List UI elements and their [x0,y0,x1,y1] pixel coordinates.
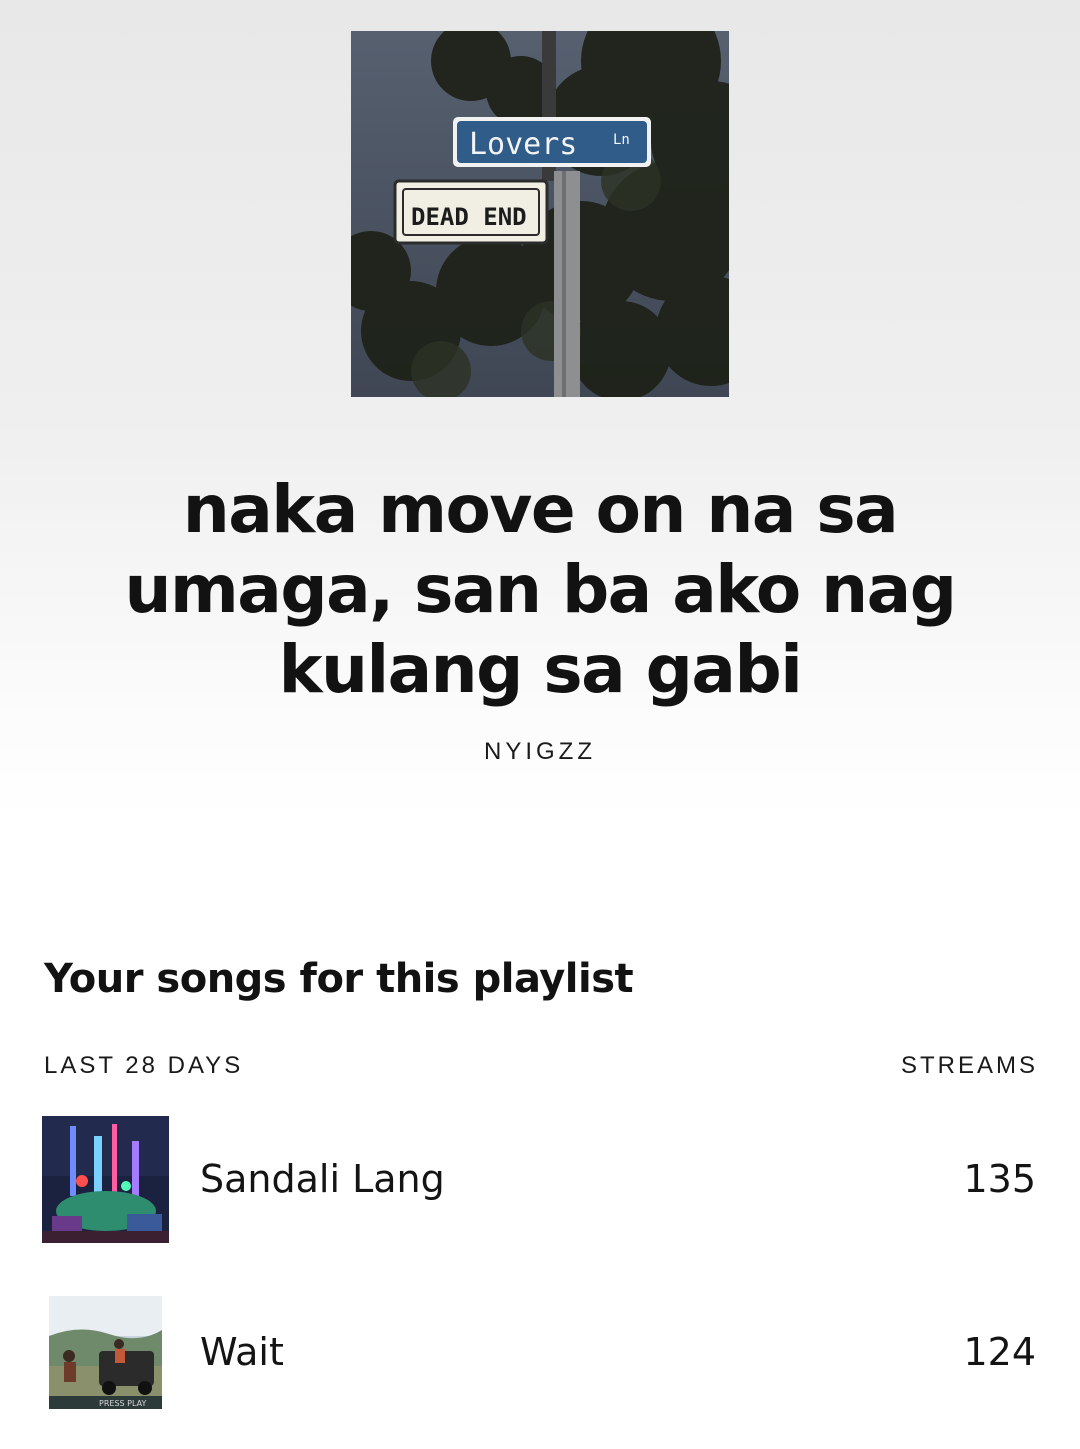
song-artwork [40,1114,170,1244]
period-label: LAST 28 DAYS [44,1052,244,1079]
song-stream-count: 135 [963,1157,1036,1201]
song-row[interactable]: PRESS PLAY Wait 124 [40,1287,1040,1417]
street-sign-cover-image: Lovers Ln DEAD END [351,31,729,397]
song-artwork: PRESS PLAY [40,1287,170,1417]
song-title: Wait [200,1330,284,1374]
song-row[interactable]: Sandali Lang 135 [40,1114,1040,1244]
playlist-title: naka move on na sa umaga, san ba ako nag… [124,471,957,708]
svg-text:PRESS PLAY: PRESS PLAY [99,1399,146,1408]
album-art-press-play-icon: PRESS PLAY [49,1295,162,1409]
sign-text-bottom: DEAD END [411,203,527,231]
songs-section-heading: Your songs for this playlist [44,956,634,1002]
song-stream-count: 124 [963,1330,1036,1374]
album-art-neon-room-icon [42,1115,169,1243]
sign-text-top: Lovers [469,127,577,162]
playlist-owner[interactable]: NYIGZZ [0,738,1080,766]
svg-text:Ln: Ln [613,132,630,148]
playlist-cover-art: Lovers Ln DEAD END [351,31,729,397]
song-title: Sandali Lang [200,1157,445,1201]
streams-column-label: STREAMS [900,1052,1038,1079]
